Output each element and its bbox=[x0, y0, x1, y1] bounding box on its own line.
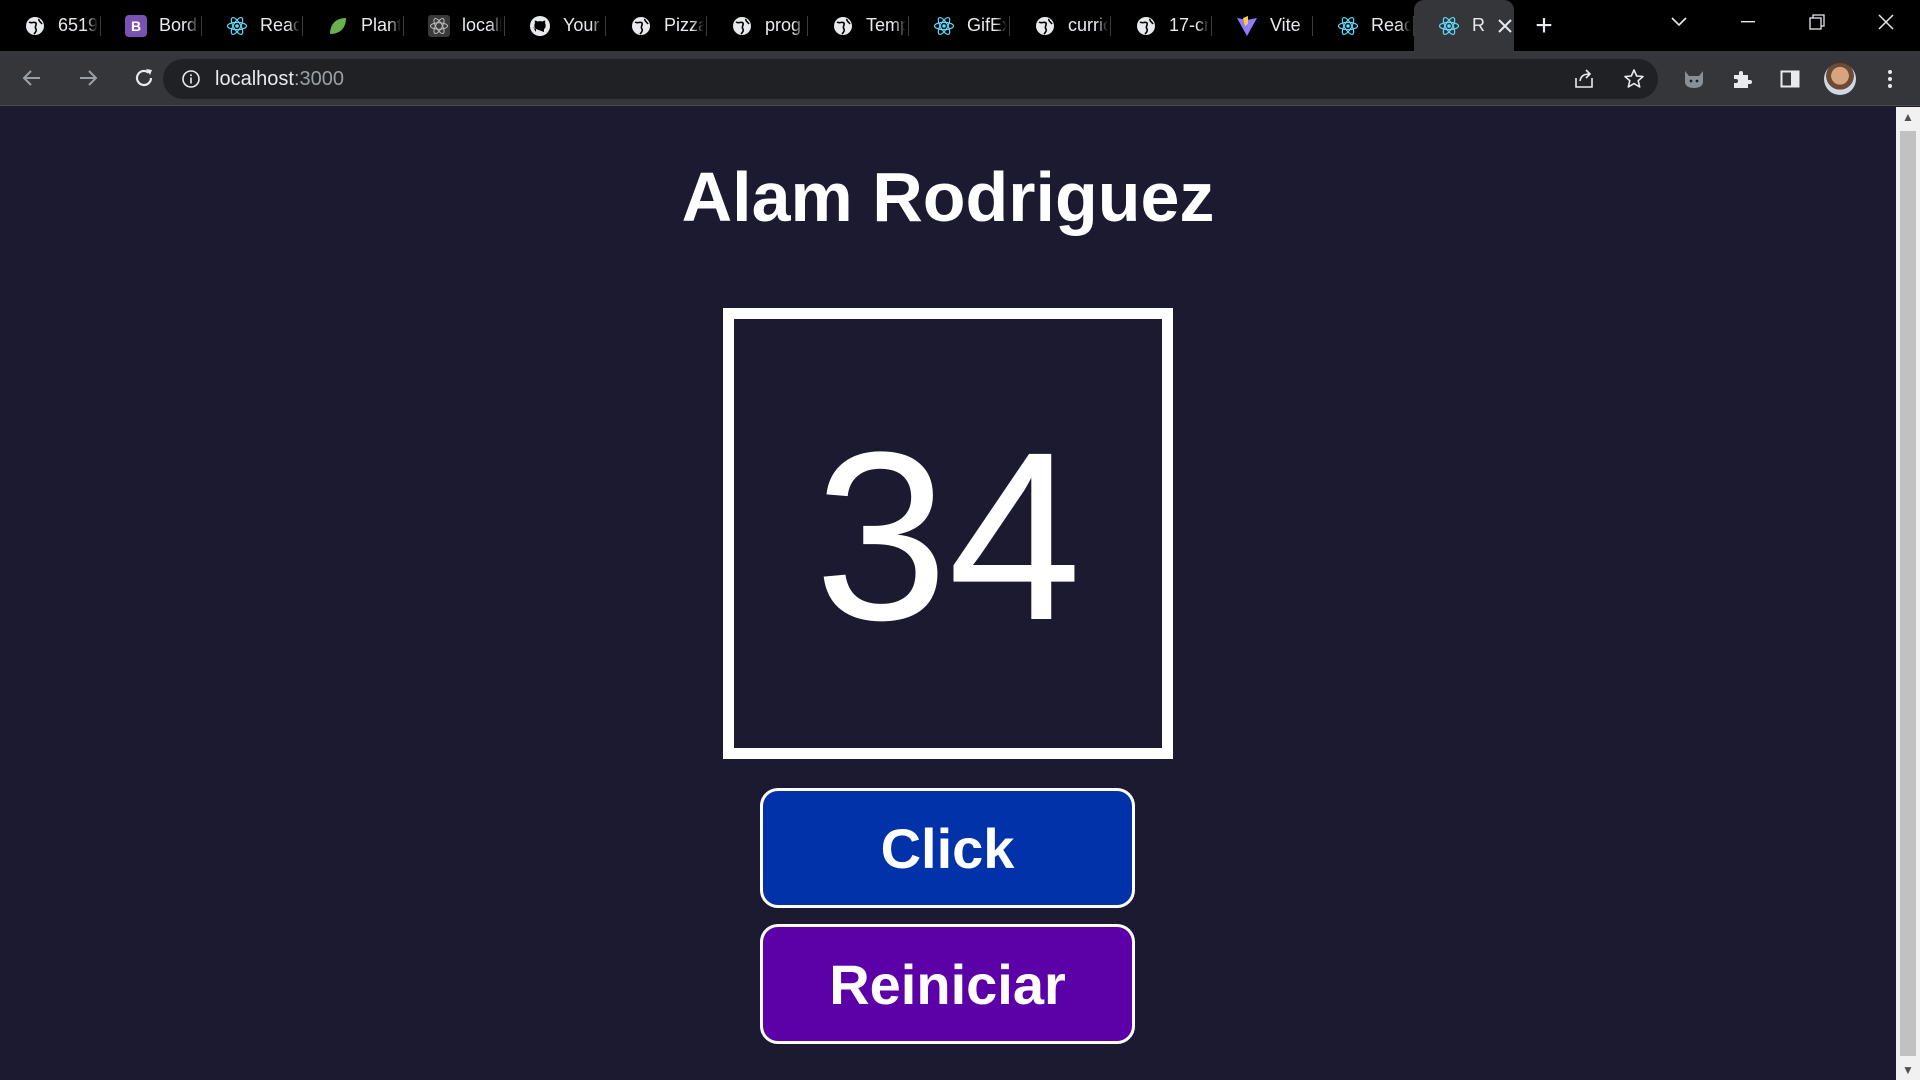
browser-tab[interactable]: prog bbox=[707, 0, 808, 51]
menu-kebab-icon[interactable] bbox=[1876, 65, 1904, 93]
browser-tab-active[interactable]: R bbox=[1414, 0, 1514, 51]
browser-tab[interactable]: curric bbox=[1010, 0, 1111, 51]
svg-text:B: B bbox=[131, 18, 141, 34]
tab-title: R bbox=[1472, 15, 1485, 35]
browser-tabstrip: 6519 B Borde React Plant localh Your Pizza prog T… bbox=[0, 0, 1920, 51]
globe-icon bbox=[1034, 15, 1056, 37]
back-arrow-icon bbox=[22, 70, 40, 86]
browser-tab[interactable]: React bbox=[1313, 0, 1414, 51]
side-panel-icon[interactable] bbox=[1776, 65, 1804, 93]
tab-search-icon[interactable] bbox=[1644, 0, 1713, 44]
browser-tab[interactable]: Temp bbox=[808, 0, 909, 51]
close-window-icon[interactable] bbox=[1851, 0, 1920, 44]
page-title: Alam Rodriguez bbox=[681, 158, 1215, 236]
back-button[interactable] bbox=[8, 54, 56, 102]
tab-title: React bbox=[1371, 15, 1411, 35]
click-button[interactable]: Click bbox=[760, 788, 1135, 908]
react-gray-icon bbox=[428, 14, 450, 37]
react-icon bbox=[1337, 15, 1359, 37]
minimize-icon[interactable] bbox=[1713, 0, 1782, 44]
extension-cat-icon[interactable] bbox=[1680, 65, 1708, 93]
react-icon bbox=[933, 15, 955, 37]
tab-title: Pizza bbox=[664, 15, 704, 35]
browser-tab[interactable]: Your bbox=[505, 0, 606, 51]
profile-avatar[interactable] bbox=[1824, 62, 1856, 95]
reload-icon bbox=[135, 69, 153, 87]
browser-tab[interactable]: Vite bbox=[1212, 0, 1313, 51]
extensions-puzzle-icon[interactable] bbox=[1728, 65, 1756, 93]
counter-display: 34 bbox=[723, 308, 1173, 759]
globe-icon bbox=[24, 15, 46, 37]
browser-tab[interactable]: Plant bbox=[303, 0, 404, 51]
share-icon[interactable] bbox=[1570, 65, 1598, 93]
window-controls bbox=[1644, 0, 1920, 44]
react-icon bbox=[1438, 15, 1460, 37]
leaf-icon bbox=[327, 15, 349, 37]
site-info-icon[interactable] bbox=[181, 69, 201, 89]
browser-tab[interactable]: React bbox=[202, 0, 303, 51]
forward-arrow-icon bbox=[80, 70, 98, 86]
browser-tab[interactable]: B Borde bbox=[101, 0, 202, 51]
browser-tab[interactable]: Pizza bbox=[606, 0, 707, 51]
browser-toolbar: localhost:3000 bbox=[0, 51, 1920, 106]
url-host: localhost bbox=[215, 67, 294, 90]
forward-button[interactable] bbox=[64, 54, 112, 102]
globe-icon bbox=[731, 15, 753, 37]
tab-title: Plant bbox=[361, 15, 401, 35]
tab-title: 17-cr bbox=[1169, 15, 1209, 35]
tab-title: Your bbox=[563, 15, 600, 35]
scroll-up-arrow-icon[interactable]: ▲ bbox=[1896, 107, 1920, 127]
browser-tab[interactable]: GifEx bbox=[909, 0, 1010, 51]
tab-title: curric bbox=[1068, 15, 1108, 35]
tab-title: 6519 bbox=[58, 15, 98, 35]
reset-button[interactable]: Reiniciar bbox=[760, 924, 1135, 1044]
url-port: :3000 bbox=[293, 67, 344, 90]
browser-tab[interactable]: 6519 bbox=[0, 0, 101, 51]
tab-title: GifEx bbox=[967, 15, 1007, 35]
globe-icon bbox=[1135, 15, 1157, 37]
close-tab-icon[interactable] bbox=[1498, 13, 1512, 39]
new-tab-button[interactable]: + bbox=[1514, 0, 1574, 51]
tab-title: React bbox=[260, 15, 300, 35]
address-bar[interactable]: localhost:3000 bbox=[163, 59, 1658, 99]
globe-icon bbox=[832, 15, 854, 37]
github-icon bbox=[529, 15, 551, 37]
bootstrap-icon: B bbox=[125, 14, 147, 37]
tab-title: Vite bbox=[1270, 15, 1301, 35]
scroll-down-arrow-icon[interactable]: ▼ bbox=[1896, 1060, 1920, 1080]
restore-icon[interactable] bbox=[1782, 0, 1851, 44]
vite-icon bbox=[1236, 15, 1258, 37]
page-content: Alam Rodriguez 34 Click Reiniciar bbox=[0, 107, 1896, 1080]
globe-icon bbox=[630, 15, 652, 37]
tab-title: Temp bbox=[866, 15, 906, 35]
tab-title: prog bbox=[765, 15, 802, 35]
scrollbar-thumb[interactable] bbox=[1900, 131, 1916, 1056]
tab-title: localh bbox=[462, 15, 502, 35]
browser-tab[interactable]: localh bbox=[404, 0, 505, 51]
vertical-scrollbar[interactable]: ▲ ▼ bbox=[1896, 107, 1920, 1080]
bookmark-star-icon[interactable] bbox=[1620, 65, 1648, 93]
browser-tab[interactable]: 17-cr bbox=[1111, 0, 1212, 51]
tab-list: 6519 B Borde React Plant localh Your Pizza prog T… bbox=[0, 0, 1574, 51]
tab-title: Borde bbox=[159, 15, 199, 35]
reload-button[interactable] bbox=[120, 54, 168, 102]
counter-value: 34 bbox=[814, 401, 1082, 670]
react-icon bbox=[226, 15, 248, 37]
